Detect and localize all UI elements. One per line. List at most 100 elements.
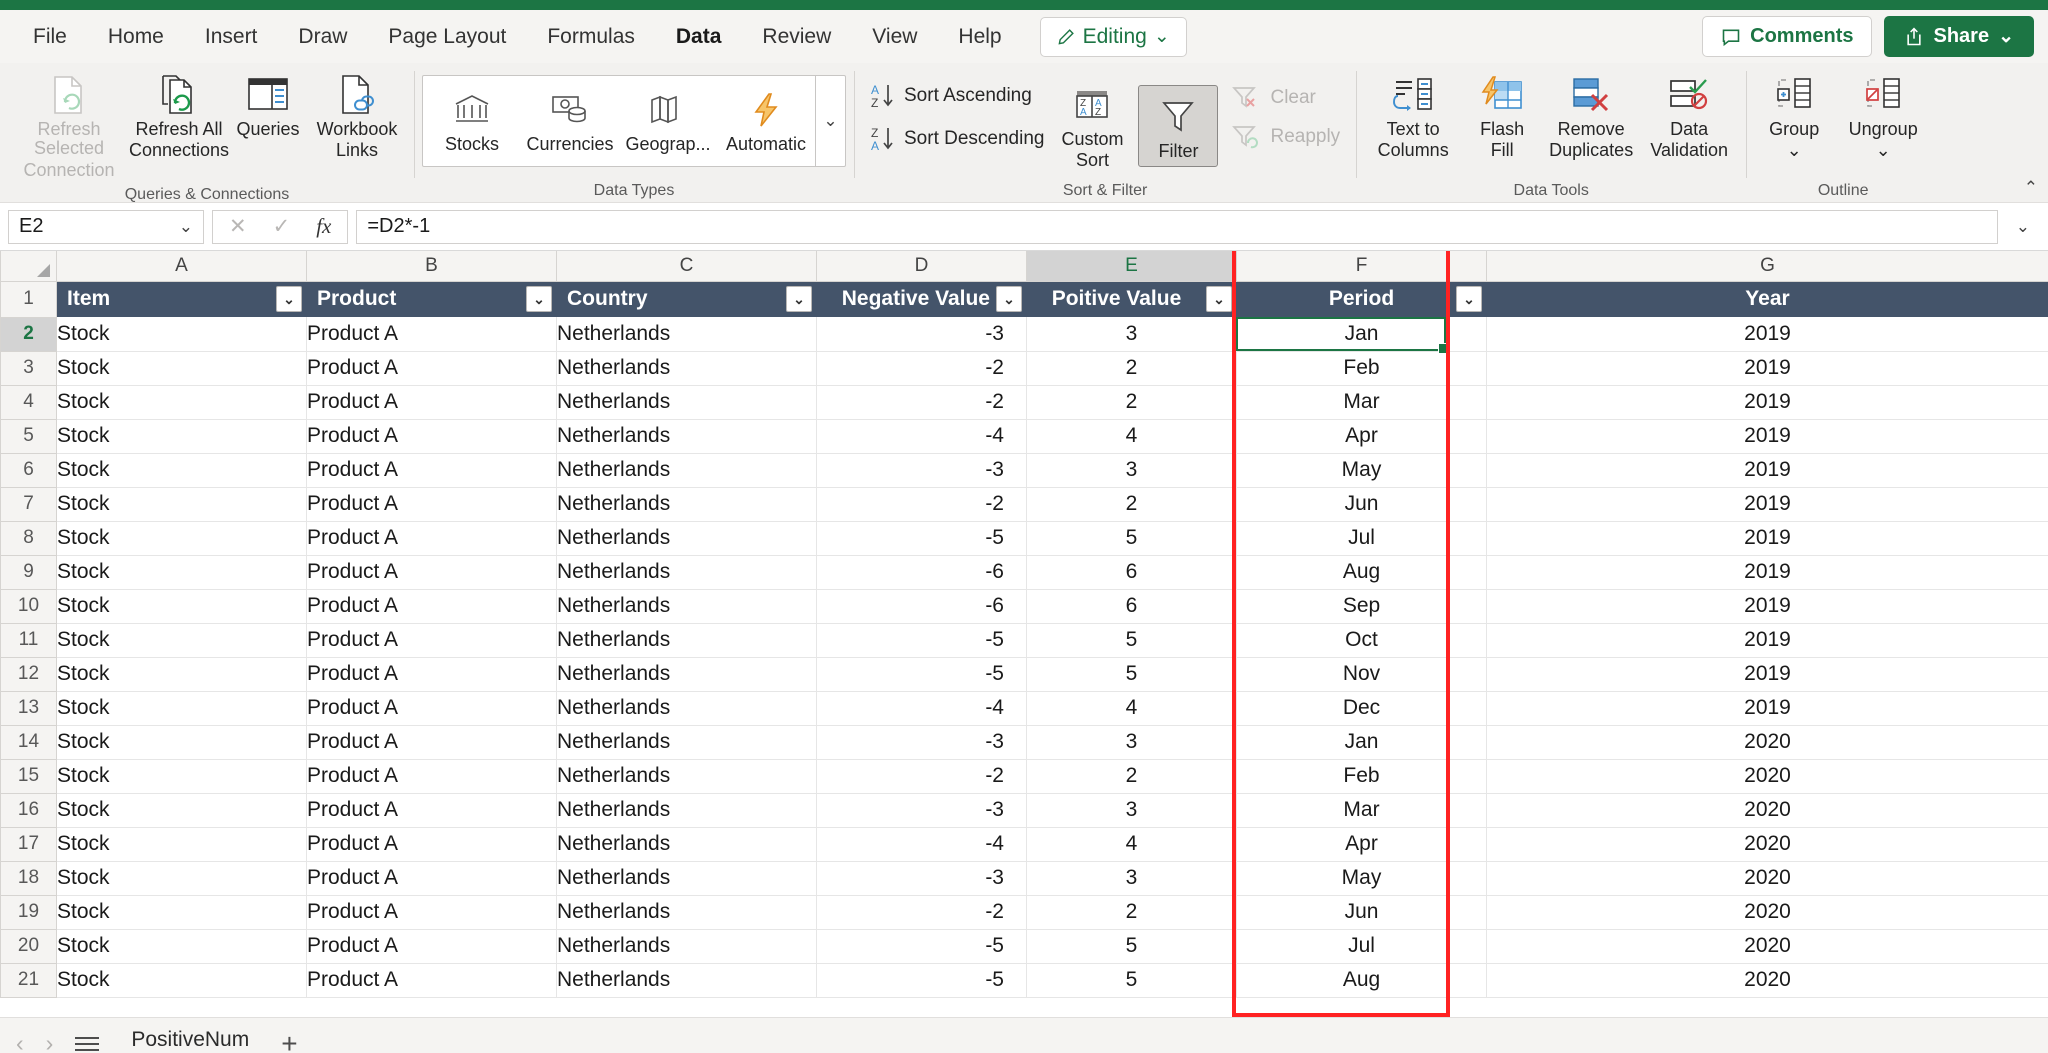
cell-C2[interactable]: Netherlands <box>556 317 817 352</box>
cell-A3[interactable]: Stock <box>56 351 307 386</box>
cell-A4[interactable]: Stock <box>56 385 307 420</box>
cell-F8[interactable]: Jul <box>1236 521 1487 556</box>
text-to-columns-button[interactable]: Text to Columns <box>1364 68 1462 165</box>
cell-F21[interactable]: Aug <box>1236 963 1487 998</box>
clear-filter-button[interactable]: Clear <box>1224 81 1348 115</box>
row-header-11[interactable]: 11 <box>0 622 57 658</box>
row-header-2[interactable]: 2 <box>0 316 57 352</box>
row-header-12[interactable]: 12 <box>0 656 57 692</box>
confirm-formula-icon[interactable]: ✓ <box>273 214 291 239</box>
cell-C17[interactable]: Netherlands <box>556 827 817 862</box>
cell-D6[interactable]: -3 <box>816 453 1027 488</box>
cell-D3[interactable]: -2 <box>816 351 1027 386</box>
cell-A20[interactable]: Stock <box>56 929 307 964</box>
cell-C19[interactable]: Netherlands <box>556 895 817 930</box>
refresh-all-connections-button[interactable]: Refresh All Connections <box>129 68 229 165</box>
cell-C14[interactable]: Netherlands <box>556 725 817 760</box>
custom-sort-button[interactable]: Z A A Z Custom Sort <box>1052 78 1132 175</box>
cell-G15[interactable]: 2020 <box>1486 759 2048 794</box>
cell-C8[interactable]: Netherlands <box>556 521 817 556</box>
stocks-button[interactable]: Stocks <box>423 76 521 166</box>
cell-F12[interactable]: Nov <box>1236 657 1487 692</box>
cell-F2[interactable]: Jan <box>1236 317 1487 352</box>
cell-F7[interactable]: Jun <box>1236 487 1487 522</box>
cell-A12[interactable]: Stock <box>56 657 307 692</box>
cell-A6[interactable]: Stock <box>56 453 307 488</box>
cell-E2[interactable]: 3 <box>1026 317 1237 352</box>
cell-F5[interactable]: Apr <box>1236 419 1487 454</box>
ungroup-button[interactable]: Ungroup ⌄ <box>1834 68 1932 165</box>
cell-F3[interactable]: Feb <box>1236 351 1487 386</box>
cell-D12[interactable]: -5 <box>816 657 1027 692</box>
row-header-18[interactable]: 18 <box>0 860 57 896</box>
cell-C12[interactable]: Netherlands <box>556 657 817 692</box>
cell-F20[interactable]: Jul <box>1236 929 1487 964</box>
cell-C11[interactable]: Netherlands <box>556 623 817 658</box>
add-sheet-button[interactable]: + <box>281 1029 297 1053</box>
cell-D5[interactable]: -4 <box>816 419 1027 454</box>
cell-E10[interactable]: 6 <box>1026 589 1237 624</box>
cell-D14[interactable]: -3 <box>816 725 1027 760</box>
cell-G20[interactable]: 2020 <box>1486 929 2048 964</box>
sort-ascending-button[interactable]: A Z Sort Ascending <box>862 77 1052 115</box>
filter-dropdown-country[interactable]: ⌄ <box>786 286 812 313</box>
cell-C5[interactable]: Netherlands <box>556 419 817 454</box>
cell-E11[interactable]: 5 <box>1026 623 1237 658</box>
queries-button[interactable]: Queries <box>228 68 308 143</box>
cell-A16[interactable]: Stock <box>56 793 307 828</box>
column-header-f[interactable]: F <box>1236 251 1487 282</box>
cell-A8[interactable]: Stock <box>56 521 307 556</box>
name-box[interactable]: E2 ⌄ <box>8 209 204 244</box>
cell-G10[interactable]: 2019 <box>1486 589 2048 624</box>
select-all-corner[interactable] <box>0 251 57 282</box>
cell-G12[interactable]: 2019 <box>1486 657 2048 692</box>
cell-A10[interactable]: Stock <box>56 589 307 624</box>
cell-E3[interactable]: 2 <box>1026 351 1237 386</box>
row-header-3[interactable]: 3 <box>0 350 57 386</box>
cell-C9[interactable]: Netherlands <box>556 555 817 590</box>
cell-C10[interactable]: Netherlands <box>556 589 817 624</box>
cell-G9[interactable]: 2019 <box>1486 555 2048 590</box>
cell-B4[interactable]: Product A <box>306 385 557 420</box>
cell-A18[interactable]: Stock <box>56 861 307 896</box>
cell-G3[interactable]: 2019 <box>1486 351 2048 386</box>
row-header-7[interactable]: 7 <box>0 486 57 522</box>
filter-dropdown-item[interactable]: ⌄ <box>276 286 302 313</box>
cell-A21[interactable]: Stock <box>56 963 307 998</box>
cell-C20[interactable]: Netherlands <box>556 929 817 964</box>
row-header-19[interactable]: 19 <box>0 894 57 930</box>
cell-G21[interactable]: 2020 <box>1486 963 2048 998</box>
cell-C15[interactable]: Netherlands <box>556 759 817 794</box>
ungroup-chevron-down-icon[interactable]: ⌄ <box>1876 140 1891 160</box>
remove-duplicates-button[interactable]: Remove Duplicates <box>1542 68 1640 165</box>
tab-file[interactable]: File <box>14 17 86 57</box>
previous-sheet-arrow-icon[interactable]: ‹ <box>16 1030 24 1053</box>
cell-G5[interactable]: 2019 <box>1486 419 2048 454</box>
cell-E4[interactable]: 2 <box>1026 385 1237 420</box>
row-header-17[interactable]: 17 <box>0 826 57 862</box>
cell-G17[interactable]: 2020 <box>1486 827 2048 862</box>
row-header-4[interactable]: 4 <box>0 384 57 420</box>
cell-F19[interactable]: Jun <box>1236 895 1487 930</box>
workbook-links-button[interactable]: Workbook Links <box>308 68 406 165</box>
reapply-filter-button[interactable]: Reapply <box>1224 120 1348 154</box>
comments-button[interactable]: Comments <box>1702 16 1873 57</box>
cell-G4[interactable]: 2019 <box>1486 385 2048 420</box>
filter-dropdown-period[interactable]: ⌄ <box>1456 286 1482 313</box>
cell-G14[interactable]: 2020 <box>1486 725 2048 760</box>
cell-F16[interactable]: Mar <box>1236 793 1487 828</box>
cell-F11[interactable]: Oct <box>1236 623 1487 658</box>
cell-A5[interactable]: Stock <box>56 419 307 454</box>
row-header-14[interactable]: 14 <box>0 724 57 760</box>
insert-function-icon[interactable]: fx <box>316 214 331 239</box>
cell-E12[interactable]: 5 <box>1026 657 1237 692</box>
cell-A2[interactable]: Stock <box>56 317 307 352</box>
cell-D8[interactable]: -5 <box>816 521 1027 556</box>
cell-E9[interactable]: 6 <box>1026 555 1237 590</box>
refresh-selected-connection-button[interactable]: Refresh Selected Connection <box>8 68 130 184</box>
chevron-down-icon[interactable]: ⌄ <box>179 217 193 237</box>
cell-E21[interactable]: 5 <box>1026 963 1237 998</box>
cell-G16[interactable]: 2020 <box>1486 793 2048 828</box>
cell-G19[interactable]: 2020 <box>1486 895 2048 930</box>
cell-G13[interactable]: 2019 <box>1486 691 2048 726</box>
